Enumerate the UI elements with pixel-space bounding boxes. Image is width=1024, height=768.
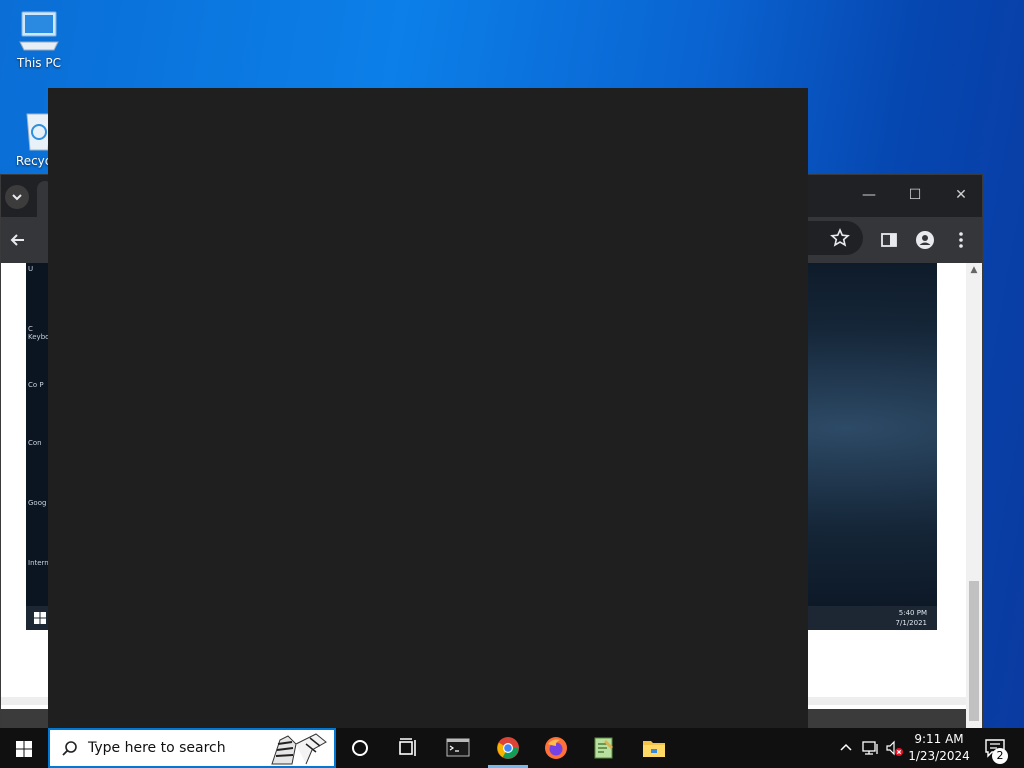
windows-logo-icon [34, 612, 46, 624]
maximize-button[interactable]: ☐ [895, 183, 935, 207]
back-arrow-icon [10, 234, 24, 246]
file-explorer-icon [643, 741, 665, 757]
blank-dark-window[interactable] [48, 88, 808, 728]
profile-icon [916, 231, 934, 249]
scroll-up-arrow-icon[interactable]: ▲ [966, 265, 982, 275]
menu-dots-icon [959, 232, 963, 248]
chevron-up-icon [840, 743, 852, 751]
bookmark-button[interactable] [829, 227, 851, 249]
firefox-app[interactable] [532, 728, 580, 768]
terminal-icon [446, 738, 470, 757]
star-icon [830, 228, 850, 247]
notepad-icon [594, 737, 613, 759]
search-highlight-illustration-icon [271, 733, 327, 765]
terminal-app[interactable] [434, 728, 482, 768]
network-icon [862, 741, 878, 755]
clock-date: 1/23/2024 [908, 749, 970, 763]
firefox-icon [545, 737, 567, 759]
taskbar: Type here to search 9:11 AM 1/23/2024 2 [0, 728, 1024, 768]
start-button[interactable] [0, 728, 48, 768]
close-button[interactable]: ✕ [941, 183, 981, 207]
cortana-icon [352, 740, 368, 756]
file-explorer-app[interactable] [630, 728, 678, 768]
profile-button[interactable] [914, 229, 936, 251]
volume-button[interactable] [884, 738, 904, 758]
side-panel-button[interactable] [878, 229, 900, 251]
task-view-button[interactable] [384, 728, 432, 768]
notification-count-badge: 2 [992, 748, 1008, 764]
taskbar-search-box[interactable]: Type here to search [48, 728, 336, 768]
volume-muted-icon [886, 740, 903, 756]
clock-time: 9:11 AM [914, 732, 964, 746]
chrome-menu-button[interactable] [950, 229, 972, 251]
chrome-icon [497, 737, 519, 759]
search-icon [62, 741, 77, 756]
computer-icon [19, 11, 59, 51]
inner-clock: 5:40 PM 7/1/2021 [895, 609, 927, 627]
notepad-app[interactable] [580, 728, 628, 768]
minimize-button[interactable]: — [849, 183, 889, 207]
side-panel-icon [881, 233, 897, 247]
desktop-icon-this-pc[interactable]: This PC [0, 10, 78, 70]
network-button[interactable] [860, 738, 880, 758]
chevron-down-icon [12, 194, 22, 201]
vertical-scrollbar[interactable]: ▲ [966, 263, 982, 729]
show-hidden-icons-button[interactable] [836, 738, 856, 758]
desktop-icon-label: This PC [17, 56, 61, 70]
task-view-icon [399, 738, 416, 756]
cortana-button[interactable] [336, 728, 384, 768]
back-button[interactable] [7, 229, 29, 251]
search-placeholder: Type here to search [88, 740, 226, 756]
inner-desktop-icons: U C Keybo Co P Con Goog Intern [26, 263, 49, 606]
scroll-thumb[interactable] [969, 581, 979, 721]
taskbar-clock[interactable]: 9:11 AM 1/23/2024 [908, 731, 970, 765]
tab-search-button[interactable] [5, 185, 29, 209]
windows-logo-icon [16, 741, 32, 757]
chrome-app[interactable] [484, 728, 532, 768]
